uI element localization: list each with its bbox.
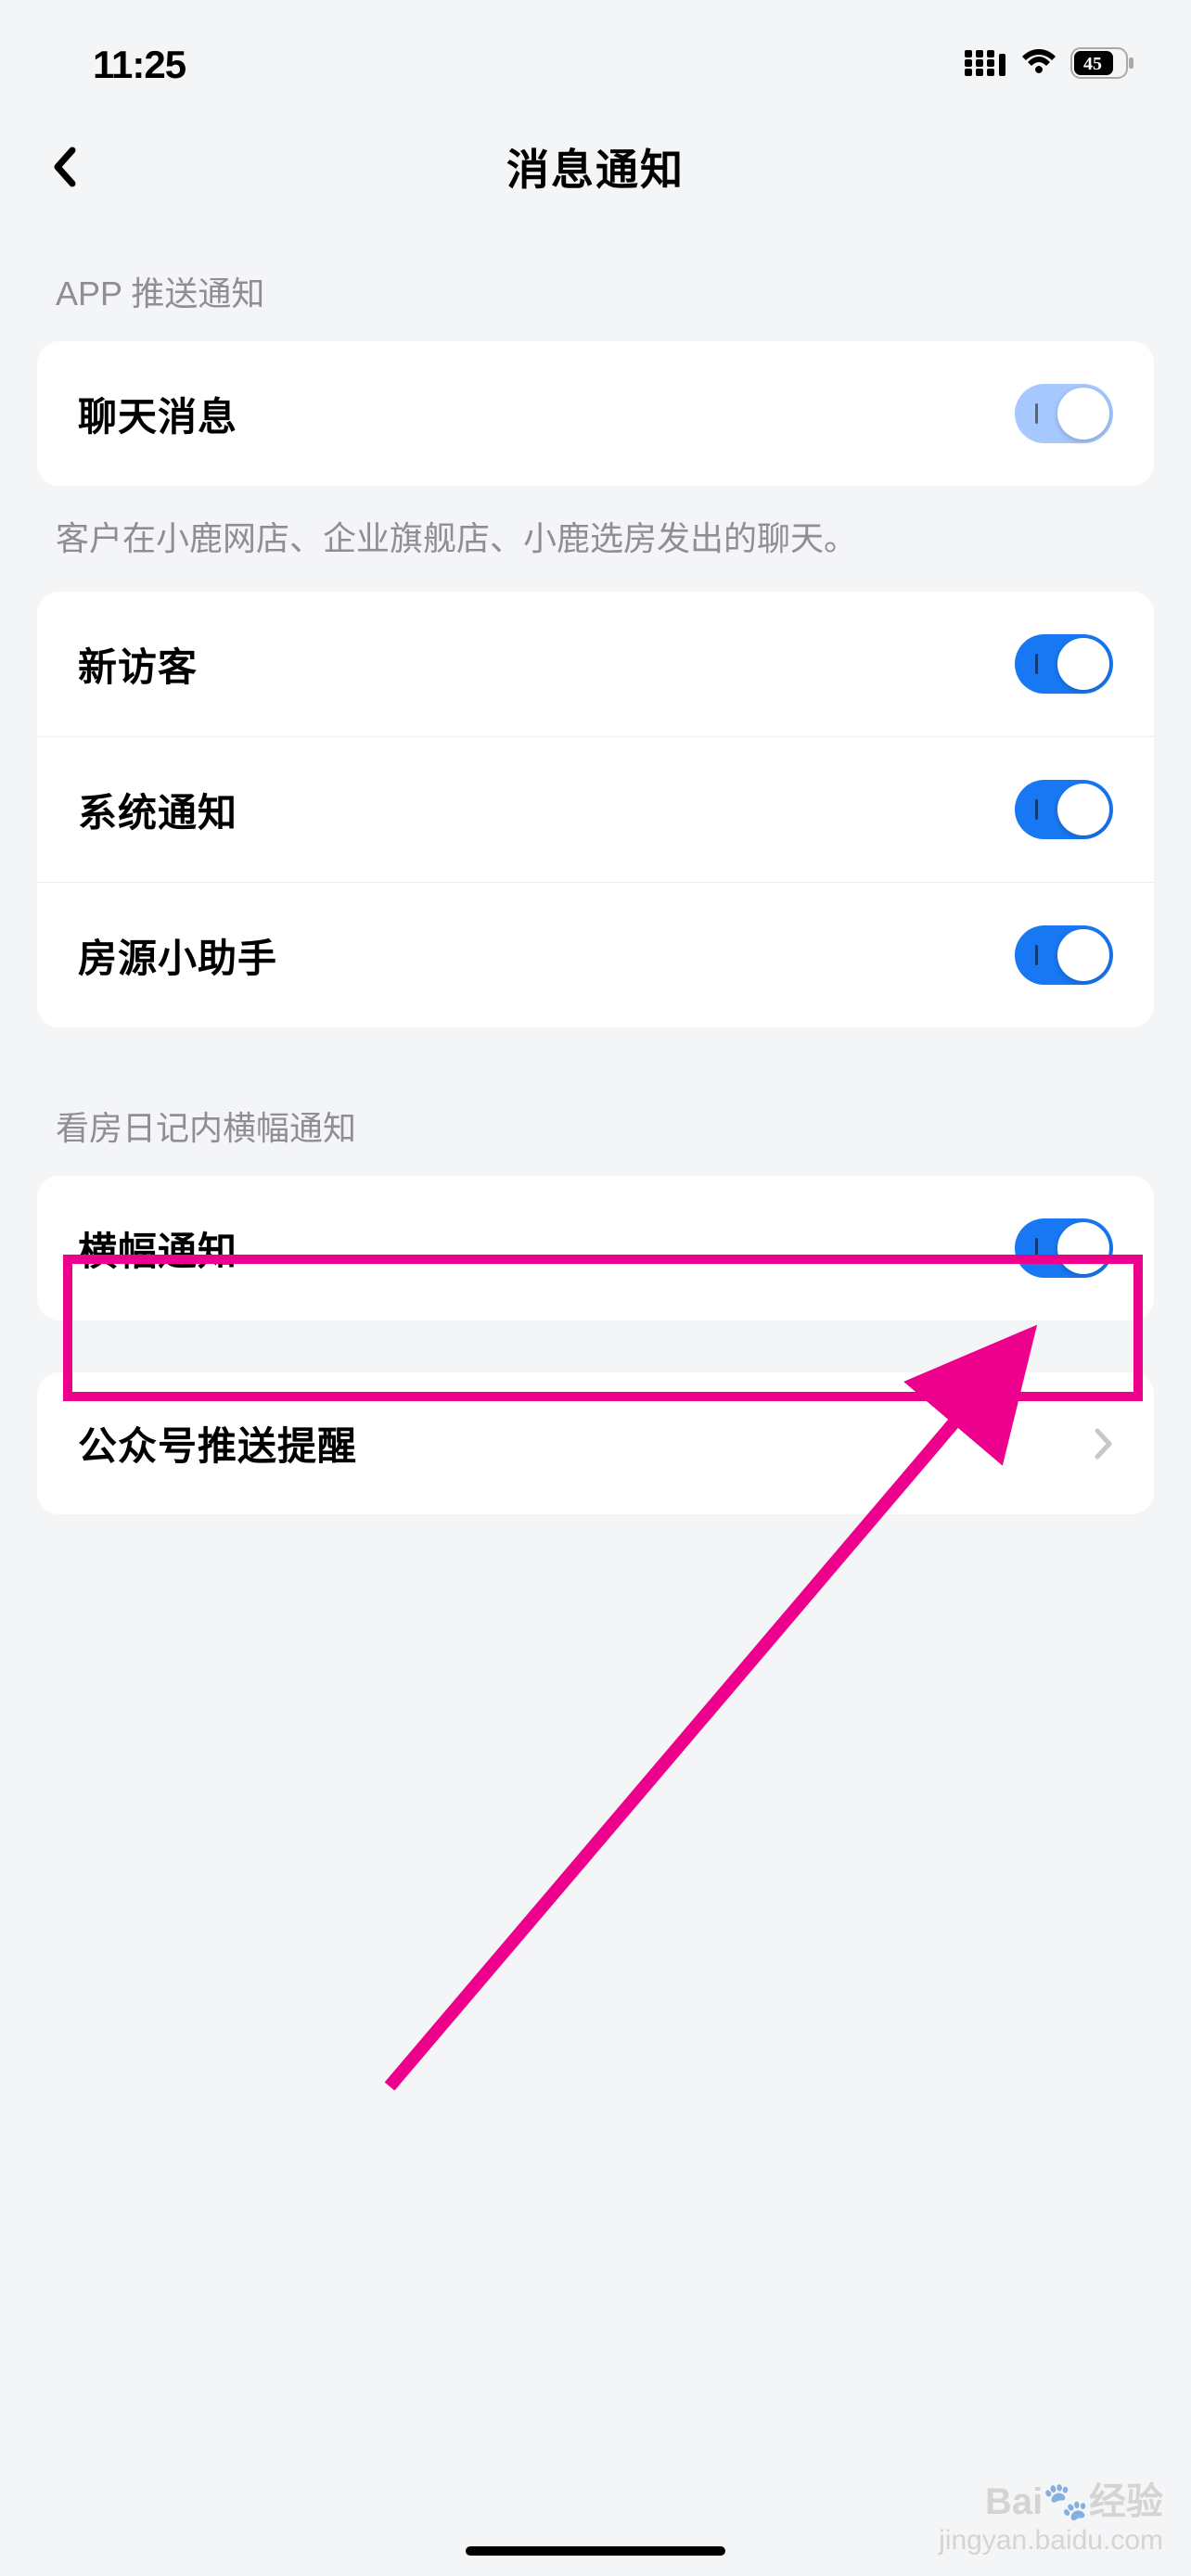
section-footer-chat: 客户在小鹿网店、企业旗舰店、小鹿选房发出的聊天。: [0, 486, 1191, 573]
page-title: 消息通知: [506, 136, 685, 198]
row-housing-assistant: 房源小助手: [37, 882, 1154, 1027]
status-time: 11:25: [93, 43, 186, 87]
toggle-chat-messages[interactable]: [1015, 384, 1113, 443]
toggle-tick-icon: [1035, 654, 1038, 674]
card-wechat-push: 公众号推送提醒: [37, 1372, 1154, 1514]
toggle-knob: [1057, 638, 1109, 690]
status-bar: 11:25: [0, 0, 1191, 111]
row-banner-notification: 横幅通知: [37, 1176, 1154, 1320]
battery-icon: 45: [1070, 47, 1135, 83]
nav-header: 消息通知: [0, 111, 1191, 223]
toggle-tick-icon: [1035, 945, 1038, 965]
wifi-icon: [1020, 49, 1057, 82]
toggle-tick-icon: [1035, 1238, 1038, 1258]
toggle-knob: [1057, 388, 1109, 440]
watermark: Bai🐾经验 jingyan.baidu.com: [939, 2480, 1163, 2557]
toggle-new-visitor[interactable]: [1015, 634, 1113, 694]
card-chat: 聊天消息: [37, 341, 1154, 486]
row-label: 系统通知: [78, 782, 237, 838]
row-label: 聊天消息: [78, 386, 237, 442]
chevron-left-icon: [52, 147, 78, 187]
cellular-icon: [965, 50, 1007, 81]
svg-text:45: 45: [1083, 54, 1102, 74]
toggle-knob: [1057, 784, 1109, 835]
card-visitors: 新访客 系统通知 房源小助手: [37, 592, 1154, 1027]
toggle-knob: [1057, 929, 1109, 981]
row-wechat-push[interactable]: 公众号推送提醒: [37, 1372, 1154, 1514]
toggle-tick-icon: [1035, 799, 1038, 820]
row-new-visitor: 新访客: [37, 592, 1154, 736]
toggle-system-notification[interactable]: [1015, 780, 1113, 839]
row-label: 房源小助手: [78, 927, 277, 984]
toggle-banner-notification[interactable]: [1015, 1218, 1113, 1278]
row-label: 横幅通知: [78, 1220, 237, 1277]
row-label: 新访客: [78, 636, 198, 693]
card-banner: 横幅通知: [37, 1176, 1154, 1320]
toggle-housing-assistant[interactable]: [1015, 925, 1113, 985]
row-label: 公众号推送提醒: [78, 1415, 357, 1472]
back-button[interactable]: [46, 148, 83, 185]
section-heading-app-push: APP 推送通知: [0, 223, 1191, 341]
toggle-knob: [1057, 1222, 1109, 1274]
home-indicator: [466, 2546, 725, 2556]
section-heading-banner: 看房日记内横幅通知: [0, 1027, 1191, 1176]
toggle-tick-icon: [1035, 403, 1038, 424]
row-chat-messages: 聊天消息: [37, 341, 1154, 486]
chevron-right-icon: [1095, 1428, 1113, 1460]
status-icons: 45: [965, 47, 1135, 83]
row-system-notification: 系统通知: [37, 736, 1154, 882]
